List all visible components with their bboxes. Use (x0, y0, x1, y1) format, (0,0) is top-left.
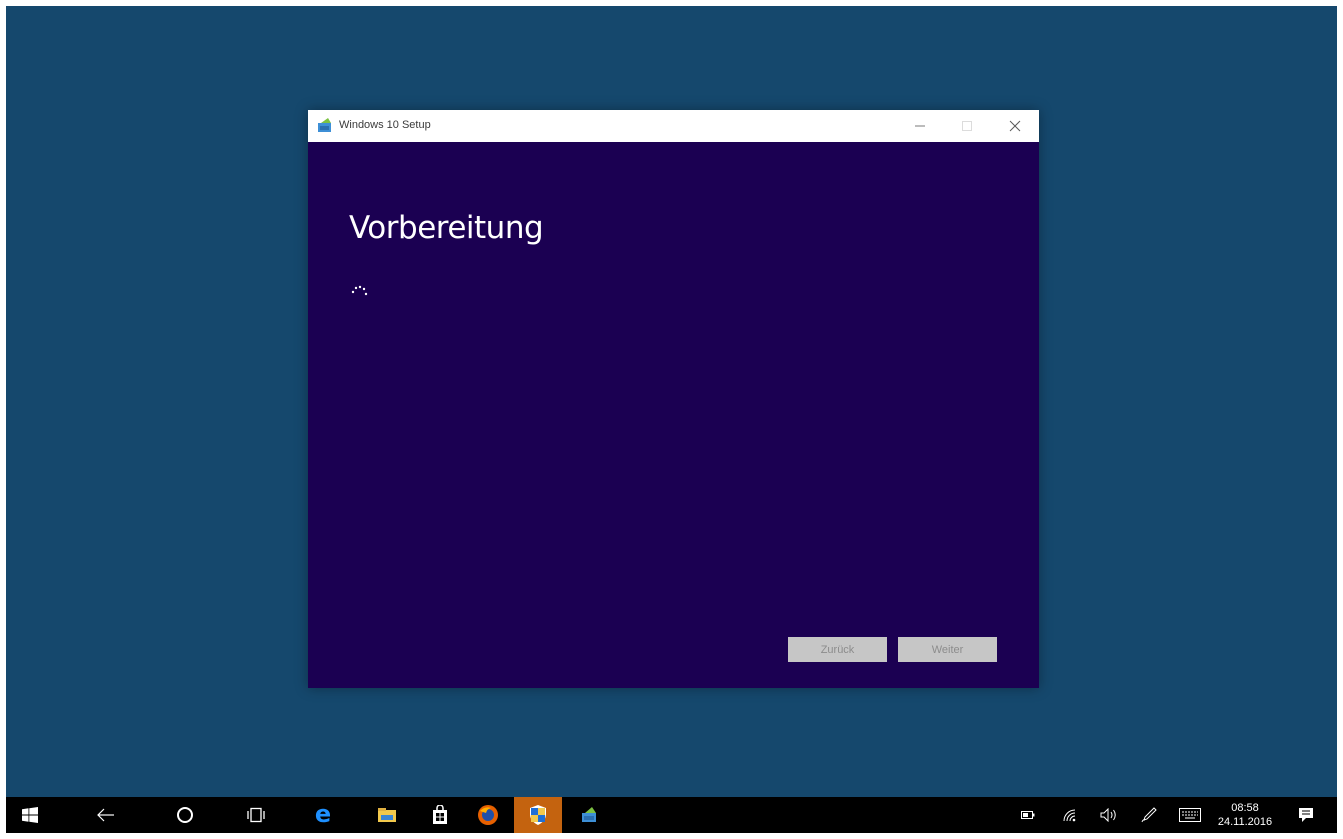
battery-button[interactable] (1018, 797, 1038, 833)
network-button[interactable] (1060, 797, 1080, 833)
security-shield-icon (530, 805, 546, 825)
clock-date: 24.11.2016 (1217, 816, 1273, 828)
loading-spinner-icon (351, 285, 368, 296)
battery-icon (1021, 811, 1035, 819)
volume-icon (1100, 808, 1116, 822)
edge-icon: e (315, 804, 331, 826)
minimize-button[interactable] (897, 110, 943, 142)
close-icon (1009, 120, 1021, 132)
task-view-icon (247, 807, 265, 823)
back-nav-button[interactable] (82, 797, 130, 833)
file-explorer-icon (378, 808, 396, 822)
maximize-button[interactable] (944, 110, 990, 142)
firefox-button[interactable] (464, 797, 512, 833)
store-button[interactable] (416, 797, 464, 833)
title-bar[interactable]: Windows 10 Setup (308, 110, 1039, 142)
start-icon (22, 807, 38, 823)
desktop[interactable]: Windows 10 Setup Vorbereitung Zurück Wei… (6, 6, 1337, 797)
screen: Windows 10 Setup Vorbereitung Zurück Wei… (6, 6, 1337, 833)
firefox-icon (478, 805, 498, 825)
next-button[interactable]: Weiter (898, 637, 997, 662)
back-arrow-icon (97, 808, 114, 822)
window-title: Windows 10 Setup (339, 119, 431, 131)
pen-workspace-button[interactable] (1138, 797, 1160, 833)
task-view-button[interactable] (232, 797, 280, 833)
svg-text:e: e (315, 804, 331, 826)
windows-setup-icon (582, 807, 596, 822)
clock[interactable]: 08:58 24.11.2016 (1210, 801, 1280, 831)
clock-time: 08:58 (1231, 802, 1259, 814)
page-heading: Vorbereitung (349, 209, 544, 246)
edge-button[interactable]: e (299, 797, 347, 833)
windows-setup-icon (318, 118, 331, 132)
keyboard-icon (1179, 808, 1201, 822)
windows-setup-taskbar-button[interactable] (566, 797, 614, 833)
file-explorer-button[interactable] (363, 797, 411, 833)
security-shield-button[interactable] (514, 797, 562, 833)
cortana-icon (177, 807, 193, 823)
store-icon (433, 805, 447, 824)
wifi-icon (1063, 809, 1076, 822)
pen-icon (1141, 807, 1157, 823)
minimize-icon (915, 125, 925, 127)
volume-button[interactable] (1098, 797, 1120, 833)
back-button[interactable]: Zurück (788, 637, 887, 662)
maximize-icon (962, 121, 972, 131)
taskbar: e 08:58 24.11.2016 (6, 797, 1337, 833)
setup-window: Windows 10 Setup Vorbereitung Zurück Wei… (308, 110, 1039, 688)
action-center-button[interactable] (1294, 797, 1318, 833)
cortana-button[interactable] (161, 797, 209, 833)
start-button[interactable] (6, 797, 54, 833)
touch-keyboard-button[interactable] (1178, 797, 1202, 833)
close-button[interactable] (992, 110, 1038, 142)
notifications-icon (1299, 808, 1313, 822)
